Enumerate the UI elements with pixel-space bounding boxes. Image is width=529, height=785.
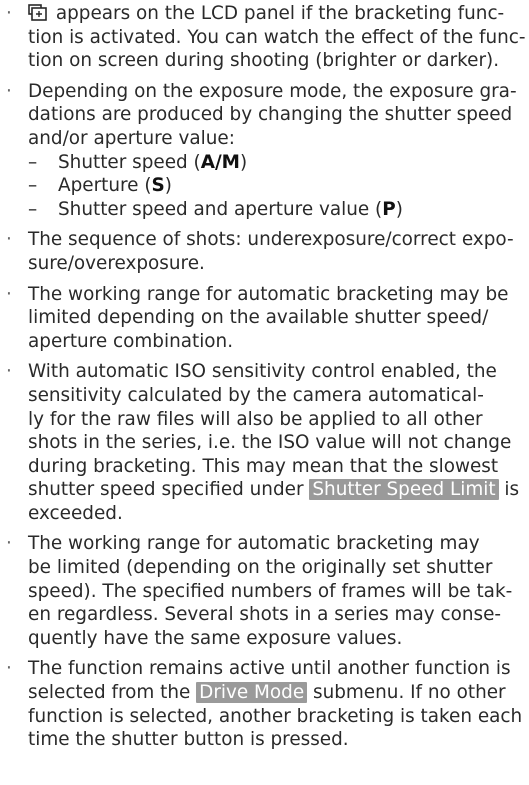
list-item: · appears on the LCD panel if the bracke…	[0, 2, 529, 73]
text-line: be limited (depending on the originally …	[28, 557, 493, 579]
list-item: · Depending on the exposure mode, the ex…	[0, 80, 529, 151]
list-item: · The function remains active until anot…	[0, 657, 529, 751]
bullet-marker: ·	[6, 533, 12, 555]
bullet-marker: ·	[6, 3, 12, 24]
list-item: · With automatic ISO sensitivity control…	[0, 360, 529, 525]
text-line: limited depending on the available shutt…	[28, 307, 489, 329]
text-line: aperture combination.	[28, 330, 234, 352]
text-line: quently have the same exposure values.	[28, 627, 403, 649]
text-line: selected from the Drive Mode submenu. If…	[28, 682, 506, 704]
menu-reference-shutter-speed-limit: Shutter Speed Limit	[309, 479, 499, 501]
text-line: The sequence of shots: underexposure/cor…	[28, 229, 514, 251]
bullet-list: · appears on the LCD panel if the bracke…	[0, 2, 529, 759]
text-line: shutter speed specified under Shutter Sp…	[28, 479, 520, 501]
text-line: The function remains active until anothe…	[28, 658, 511, 680]
text-line: ly for the raw files will also be applie…	[28, 408, 483, 430]
bullet-marker: ·	[6, 658, 12, 680]
text-line: speed). The specified numbers of frames …	[28, 580, 513, 602]
text-line: The working range for automatic bracketi…	[28, 283, 509, 305]
text-line: Depending on the exposure mode, the expo…	[28, 80, 517, 102]
text-line: exceeded.	[28, 502, 123, 524]
text-line: and/or aperture value:	[28, 127, 235, 149]
list-item: · The working range for automatic bracke…	[0, 283, 529, 354]
text-line: appears on the LCD panel if the bracketi…	[28, 2, 529, 26]
bullet-marker: ·	[6, 80, 12, 102]
bullet-marker: ·	[6, 283, 12, 305]
bullet-marker: ·	[6, 361, 12, 383]
list-item: · The working range for automatic bracke…	[0, 532, 529, 650]
text-line: tion is activated. You can watch the eff…	[28, 26, 526, 48]
bullet-marker: ·	[6, 229, 12, 251]
sub-list-item: – Shutter speed and aperture value (P)	[28, 198, 403, 220]
text-line: With automatic ISO sensitivity control e…	[28, 361, 497, 383]
text-line: en regardless. Several shots in a series…	[28, 604, 502, 626]
text-line: dations are produced by changing the shu…	[28, 104, 513, 126]
menu-reference-drive-mode: Drive Mode	[196, 682, 308, 704]
text-line: shots in the series, i.e. the ISO value …	[28, 432, 512, 454]
text-line: function is selected, another bracketing…	[28, 705, 523, 727]
text-line: sure/overexposure.	[28, 252, 205, 274]
text-line: during bracketing. This may mean that th…	[28, 455, 499, 477]
sub-list: – Shutter speed (A/M) – Aperture (S) – Shut…	[0, 151, 529, 222]
sub-list-item: – Aperture (S)	[28, 175, 172, 197]
text-line: tion on screen during shooting (brighter…	[28, 50, 500, 72]
text-line: sensitivity calculated by the camera aut…	[28, 384, 484, 406]
sub-list-item: – Shutter speed (A/M)	[28, 151, 248, 173]
text-line: time the shutter button is pressed.	[28, 729, 349, 751]
text-line: The working range for automatic bracketi…	[28, 533, 480, 555]
bracketing-icon	[28, 4, 48, 22]
list-item: · The sequence of shots: underexposure/c…	[0, 228, 529, 275]
